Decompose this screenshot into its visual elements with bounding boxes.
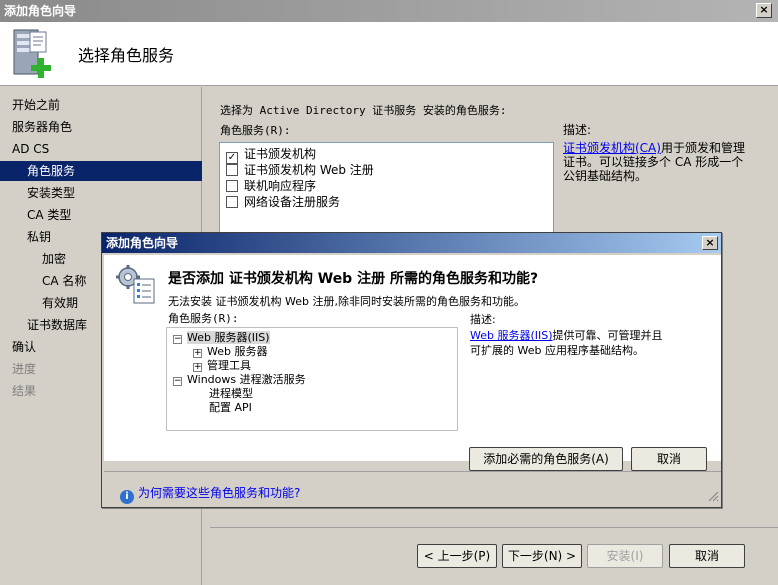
resize-grip-icon[interactable] xyxy=(707,490,719,505)
description-line-3: 公钥基础结构。 xyxy=(563,169,648,183)
expand-icon[interactable]: + xyxy=(193,363,202,372)
dialog-body: 是否添加 证书颁发机构 Web 注册 所需的角色服务和功能? 无法安装 证书颁发… xyxy=(104,255,721,461)
help-row: i 为何需要这些角色服务和功能? xyxy=(120,484,300,504)
required-services-tree[interactable]: − Web 服务器(IIS) + Web 服务器 + 管理工具 − Windows 进程… xyxy=(166,327,458,431)
dialog-cancel-button[interactable]: 取消 xyxy=(631,447,707,471)
server-add-icon xyxy=(10,28,60,85)
nav-item-setup-type[interactable]: 安装类型 xyxy=(27,183,75,203)
nav-item-results: 结果 xyxy=(12,384,37,398)
next-button[interactable]: 下一步(N) > xyxy=(502,544,582,568)
service-item-ca-web-enrollment[interactable]: 证书颁发机构 Web 注册 xyxy=(226,162,374,178)
footer-divider xyxy=(210,527,778,528)
instruction-text: 选择为 Active Directory 证书服务 安装的角色服务: xyxy=(220,104,507,117)
dialog-heading: 是否添加 证书颁发机构 Web 注册 所需的角色服务和功能? xyxy=(168,271,539,287)
nav-item-ad-cs[interactable]: AD CS xyxy=(12,139,49,159)
role-services-label: 角色服务(R): xyxy=(220,124,291,137)
gear-checklist-icon xyxy=(114,263,158,310)
dialog-footer-divider xyxy=(104,471,721,472)
previous-button[interactable]: < 上一步(P) xyxy=(417,544,497,568)
tree-item-process-model[interactable]: 进程模型 xyxy=(209,387,253,401)
nav-item-validity-period[interactable]: 有效期 xyxy=(42,293,78,313)
nav-item-certificate-database[interactable]: 证书数据库 xyxy=(27,315,87,335)
dialog-description-line-1: Web 服务器(IIS)提供可靠、可管理并且 xyxy=(470,329,663,342)
window-titlebar: 添加角色向导 × xyxy=(0,0,778,22)
tree-item-web-server-iis[interactable]: − Web 服务器(IIS) xyxy=(173,331,270,345)
checkbox[interactable] xyxy=(226,164,238,176)
dialog-close-button[interactable]: × xyxy=(702,236,718,250)
tree-item-management-tools[interactable]: + 管理工具 xyxy=(193,359,251,373)
nav-item-ca-name[interactable]: CA 名称 xyxy=(42,271,86,291)
wizard-header: 选择角色服务 xyxy=(0,22,778,86)
dialog-services-label: 角色服务(R): xyxy=(168,312,239,325)
dialog-title: 添加角色向导 xyxy=(106,236,179,250)
install-button: 安装(I) xyxy=(587,544,663,568)
nav-item-role-services[interactable]: 角色服务 xyxy=(0,161,202,181)
nav-item-cryptography[interactable]: 加密 xyxy=(42,249,66,269)
nav-item-ca-type[interactable]: CA 类型 xyxy=(27,205,71,225)
collapse-icon[interactable]: − xyxy=(173,335,182,344)
nav-item-confirmation[interactable]: 确认 xyxy=(12,337,36,357)
dialog-description-line-2: 可扩展的 Web 应用程序基础结构。 xyxy=(470,344,644,357)
nav-item-before-you-begin[interactable]: 开始之前 xyxy=(12,95,60,115)
service-item-certification-authority[interactable]: ✓ 证书颁发机构 xyxy=(226,146,316,164)
dialog-message: 无法安装 证书颁发机构 Web 注册,除非同时安装所需的角色服务和功能。 xyxy=(168,295,525,308)
info-icon: i xyxy=(120,490,134,504)
page-title: 选择角色服务 xyxy=(78,46,175,65)
dialog-description-label: 描述: xyxy=(470,313,496,326)
add-required-services-button[interactable]: 添加必需的角色服务(A) xyxy=(469,447,623,471)
window-title: 添加角色向导 xyxy=(4,4,77,18)
dialog-titlebar: 添加角色向导 × xyxy=(102,233,721,253)
expand-icon[interactable]: + xyxy=(193,349,202,358)
collapse-icon[interactable]: − xyxy=(173,377,182,386)
description-label: 描述: xyxy=(563,123,592,137)
service-item-online-responder[interactable]: 联机响应程序 xyxy=(226,178,316,194)
checkbox[interactable] xyxy=(226,196,238,208)
help-link[interactable]: 为何需要这些角色服务和功能? xyxy=(138,486,300,500)
add-role-services-dialog: 添加角色向导 × 是否添加 证书颁发机构 Web 注册 所需的角色服务和功能? xyxy=(101,232,722,508)
cancel-button[interactable]: 取消 xyxy=(669,544,745,568)
service-item-network-device-enrollment[interactable]: 网络设备注册服务 xyxy=(226,194,340,210)
nav-item-server-roles[interactable]: 服务器角色 xyxy=(12,117,72,137)
window-close-button[interactable]: × xyxy=(756,3,772,18)
nav-item-progress: 进度 xyxy=(12,362,37,376)
nav-item-private-key[interactable]: 私钥 xyxy=(27,227,51,247)
dialog-description-link[interactable]: Web 服务器(IIS) xyxy=(470,329,553,342)
role-services-list[interactable]: ✓ 证书颁发机构 证书颁发机构 Web 注册 联机响应程序 网络设备注册服务 xyxy=(219,142,554,242)
checkbox[interactable] xyxy=(226,180,238,192)
tree-item-windows-process-activation[interactable]: − Windows 进程激活服务 xyxy=(173,373,306,387)
tree-item-configuration-api[interactable]: 配置 API xyxy=(209,401,252,415)
tree-item-web-server[interactable]: + Web 服务器 xyxy=(193,345,267,359)
